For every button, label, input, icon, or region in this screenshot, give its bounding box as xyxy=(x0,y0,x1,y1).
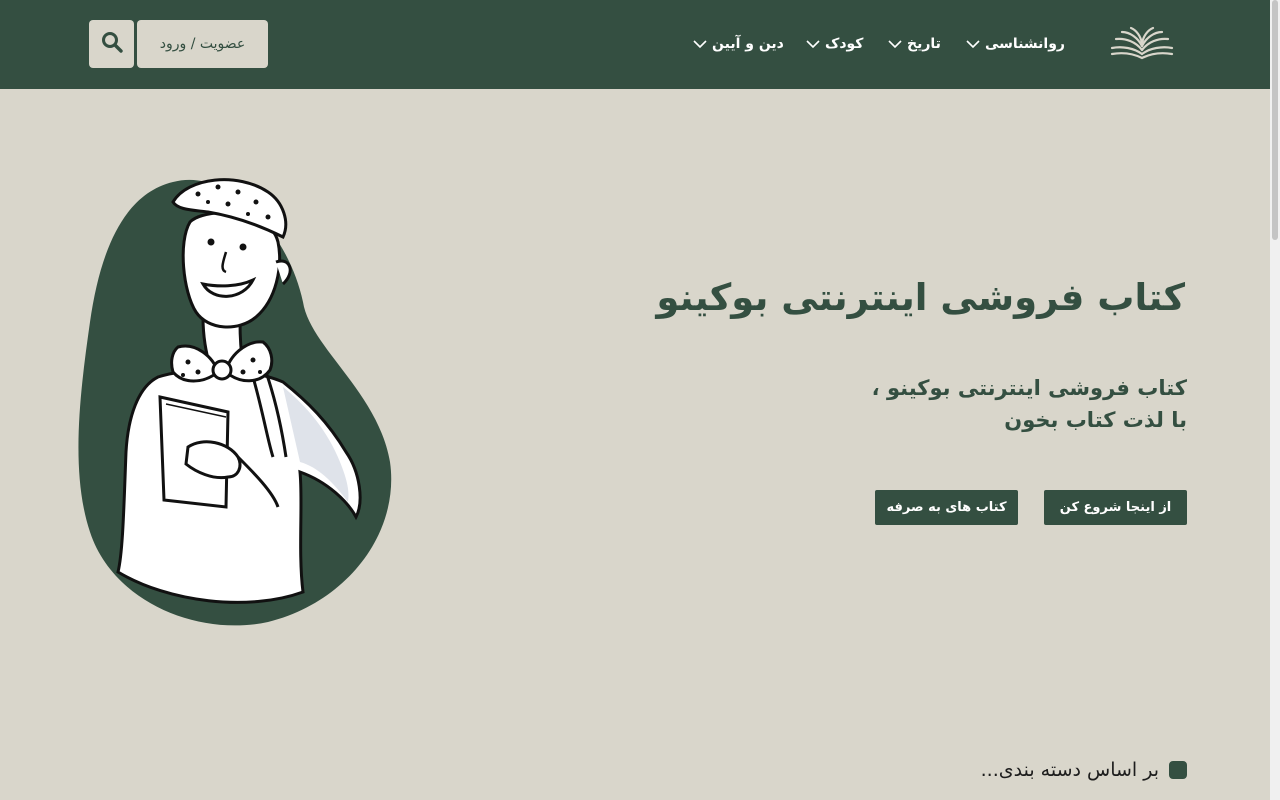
affordable-books-button[interactable]: کتاب های به صرفه xyxy=(875,490,1018,525)
heading-bullet xyxy=(1169,761,1187,779)
chevron-down-icon xyxy=(887,36,903,52)
nav-item-religion[interactable]: دین و آیین xyxy=(692,33,784,55)
start-here-button[interactable]: از اینجا شروع کن xyxy=(1044,490,1187,525)
category-heading-text: بر اساس دسته بندی... xyxy=(980,759,1159,781)
nav-item-label: دین و آیین xyxy=(712,36,784,52)
nav-item-label: کودک xyxy=(825,36,864,52)
nav-item-history[interactable]: تاریخ xyxy=(887,33,941,55)
search-icon xyxy=(101,31,123,57)
nav-item-label: روانشناسی xyxy=(985,36,1065,52)
hero-subtitle-line-2: با لذت کتاب بخون xyxy=(1004,408,1187,432)
nav-item-psychology[interactable]: روانشناسی xyxy=(965,33,1065,55)
nav-item-children[interactable]: کودک xyxy=(805,33,863,55)
open-book-icon[interactable] xyxy=(1108,24,1176,64)
category-heading: بر اساس دسته بندی... xyxy=(981,756,1187,784)
chevron-down-icon xyxy=(965,36,981,52)
hero-title: کتاب فروشی اینترنتی بوکینو xyxy=(656,276,1185,319)
page: روانشناسی تاریخ کودک دین و آیین عضویت / … xyxy=(0,0,1280,800)
nav-item-label: تاریخ xyxy=(907,36,941,52)
chevron-down-icon xyxy=(805,36,821,52)
hero-subtitle-line-1: کتاب فروشی اینترنتی بوکینو ، xyxy=(871,376,1187,400)
search-button[interactable] xyxy=(89,20,134,68)
scrollbar-thumb[interactable] xyxy=(1272,0,1278,240)
chevron-down-icon xyxy=(692,36,708,52)
hero-subtitle: کتاب فروشی اینترنتی بوکینو ، با لذت کتاب… xyxy=(767,372,1187,436)
login-button[interactable]: عضویت / ورود xyxy=(137,20,268,68)
hero-illustration xyxy=(78,172,398,627)
top-navbar: روانشناسی تاریخ کودک دین و آیین عضویت / … xyxy=(0,0,1270,89)
